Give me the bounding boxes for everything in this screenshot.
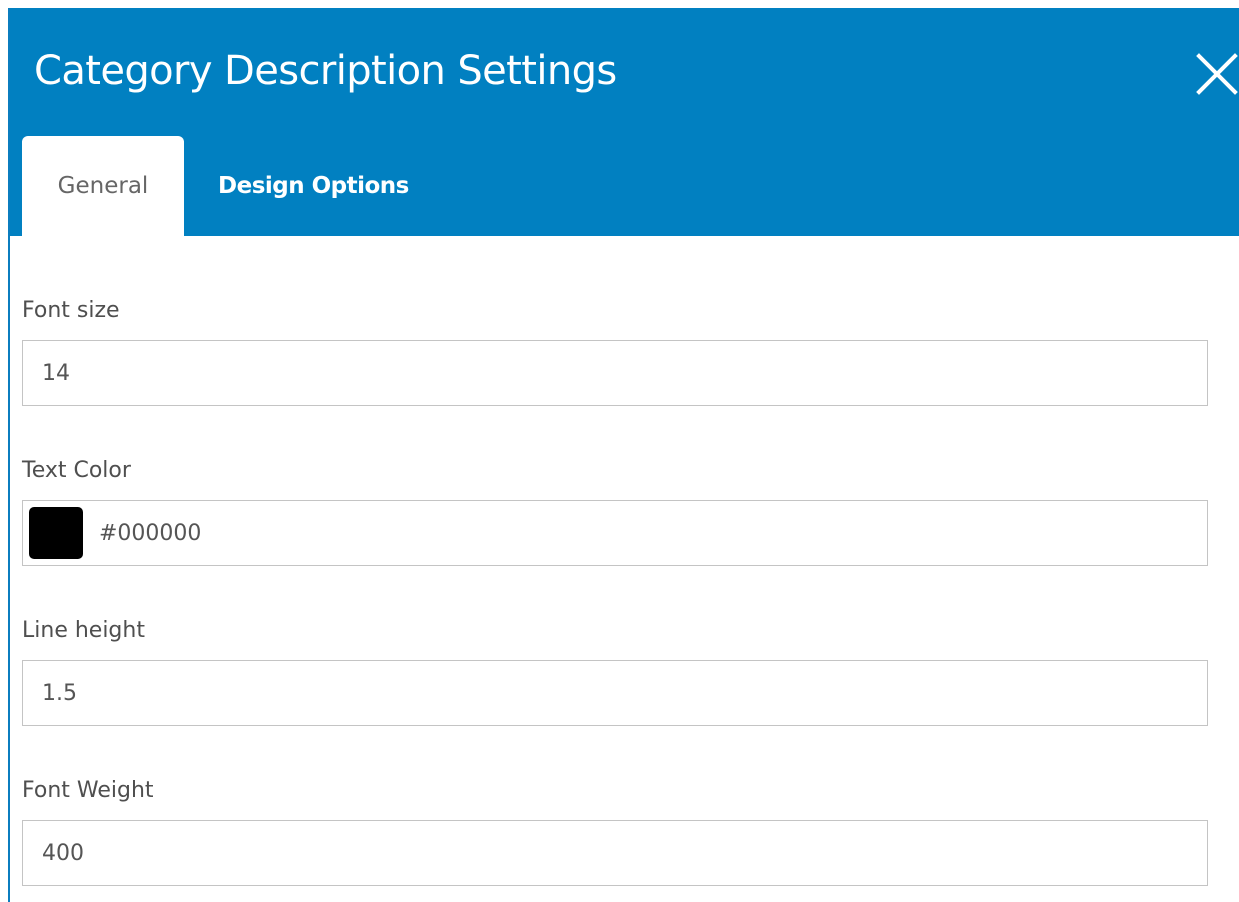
text-color-input[interactable] xyxy=(23,501,1207,565)
font-size-field-box xyxy=(22,340,1208,406)
font-weight-label: Font Weight xyxy=(22,778,154,803)
tab-design-options[interactable]: Design Options xyxy=(218,136,409,236)
close-icon xyxy=(1196,53,1238,95)
tab-general[interactable]: General xyxy=(22,136,184,236)
text-color-label: Text Color xyxy=(22,458,131,483)
modal-title: Category Description Settings xyxy=(34,48,617,94)
font-weight-input[interactable] xyxy=(23,821,1207,885)
close-button[interactable] xyxy=(1195,52,1239,96)
line-height-label: Line height xyxy=(22,618,145,643)
font-size-input[interactable] xyxy=(23,341,1207,405)
settings-modal: Category Description Settings General De… xyxy=(8,8,1239,902)
line-height-field-box xyxy=(22,660,1208,726)
modal-header: Category Description Settings General De… xyxy=(10,8,1239,236)
line-height-input[interactable] xyxy=(23,661,1207,725)
text-color-field-box xyxy=(22,500,1208,566)
color-swatch[interactable] xyxy=(29,507,83,559)
font-weight-field-box xyxy=(22,820,1208,886)
font-size-label: Font size xyxy=(22,298,120,323)
